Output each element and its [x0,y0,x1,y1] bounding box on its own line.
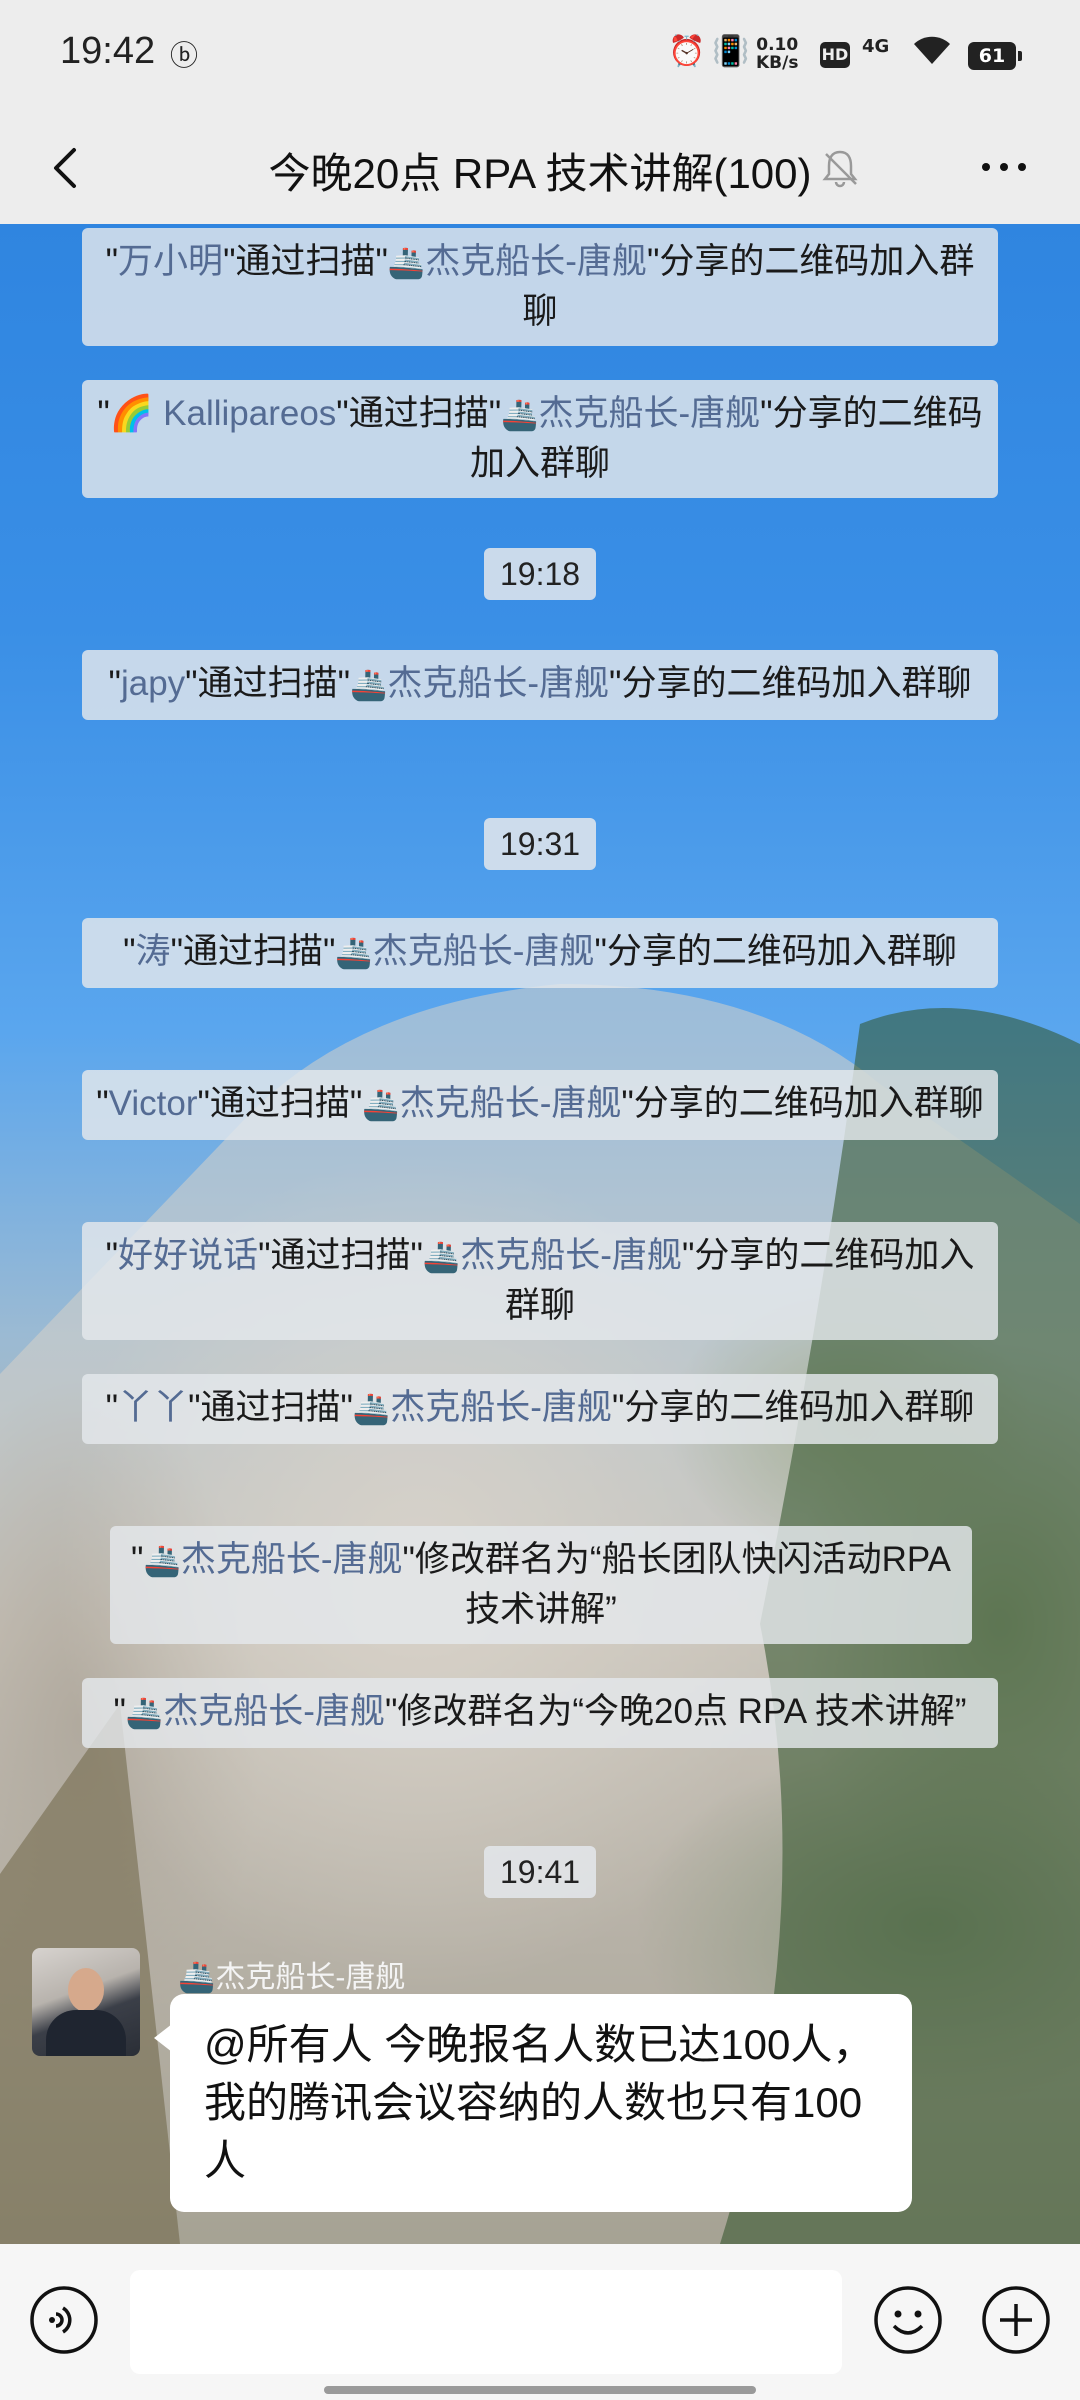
timestamp: 19:31 [484,818,597,870]
system-message: "涛"通过扫描"🚢杰克船长-唐舰"分享的二维码加入群聊 [82,918,998,988]
voice-input-icon[interactable] [28,2284,100,2356]
system-message: "好好说话"通过扫描"🚢杰克船长-唐舰"分享的二维码加入群聊 [82,1222,998,1340]
input-bar [0,2244,1080,2400]
status-bar: 19:42 ⓑ ⏰ 📳 0.10 KB/s HD 4G 61 [0,0,1080,112]
app-notification-icon: ⓑ [170,39,199,72]
chat-header: 今晚20点 RPA 技术讲解(100) [0,112,1080,224]
avatar[interactable] [32,1948,140,2056]
system-message: "丫丫"通过扫描"🚢杰克船长-唐舰"分享的二维码加入群聊 [82,1374,998,1444]
timestamp: 19:41 [484,1846,597,1898]
avatar-body [46,2010,126,2056]
hd-voice-icon: HD [820,42,850,68]
status-time: 19:42 [60,30,156,72]
more-icon[interactable] [978,152,1030,182]
system-message: "万小明"通过扫描"🚢杰克船长-唐舰"分享的二维码加入群聊 [82,228,998,346]
vibrate-icon: 📳 [712,34,750,69]
system-message: "🌈 Kallipareos"通过扫描"🚢杰克船长-唐舰"分享的二维码加入群聊 [82,380,998,498]
battery-indicator: 61 [968,42,1022,70]
plus-icon[interactable] [980,2284,1052,2356]
net-speed: 0.10 KB/s [756,35,799,73]
system-message: "🚢杰克船长-唐舰"修改群名为“今晚20点 RPA 技术讲解” [82,1678,998,1748]
chat-title: 今晚20点 RPA 技术讲解(100) [268,150,812,197]
message-input[interactable] [130,2270,842,2374]
timestamp: 19:18 [484,548,597,600]
home-indicator[interactable] [324,2386,756,2394]
wifi-icon [912,34,952,74]
emoji-icon[interactable] [872,2284,944,2356]
sender-name: 🚢杰克船长-唐舰 [178,1961,406,1994]
chat-area[interactable]: "万小明"通过扫描"🚢杰克船长-唐舰"分享的二维码加入群聊 "🌈 Kallipa… [0,224,1080,2244]
system-message: "Victor"通过扫描"🚢杰克船长-唐舰"分享的二维码加入群聊 [82,1070,998,1140]
system-message: "japy"通过扫描"🚢杰克船长-唐舰"分享的二维码加入群聊 [82,650,998,720]
mute-bell-icon [818,146,862,190]
alarm-icon: ⏰ [668,34,706,69]
network-type: 4G [862,36,890,57]
message-bubble[interactable]: @所有人 今晚报名人数已达100人，我的腾讯会议容纳的人数也只有100人 [154,1994,912,2212]
avatar-face [68,1968,104,2012]
system-message: "🚢杰克船长-唐舰"修改群名为“船长团队快闪活动RPA 技术讲解” [110,1526,972,1644]
